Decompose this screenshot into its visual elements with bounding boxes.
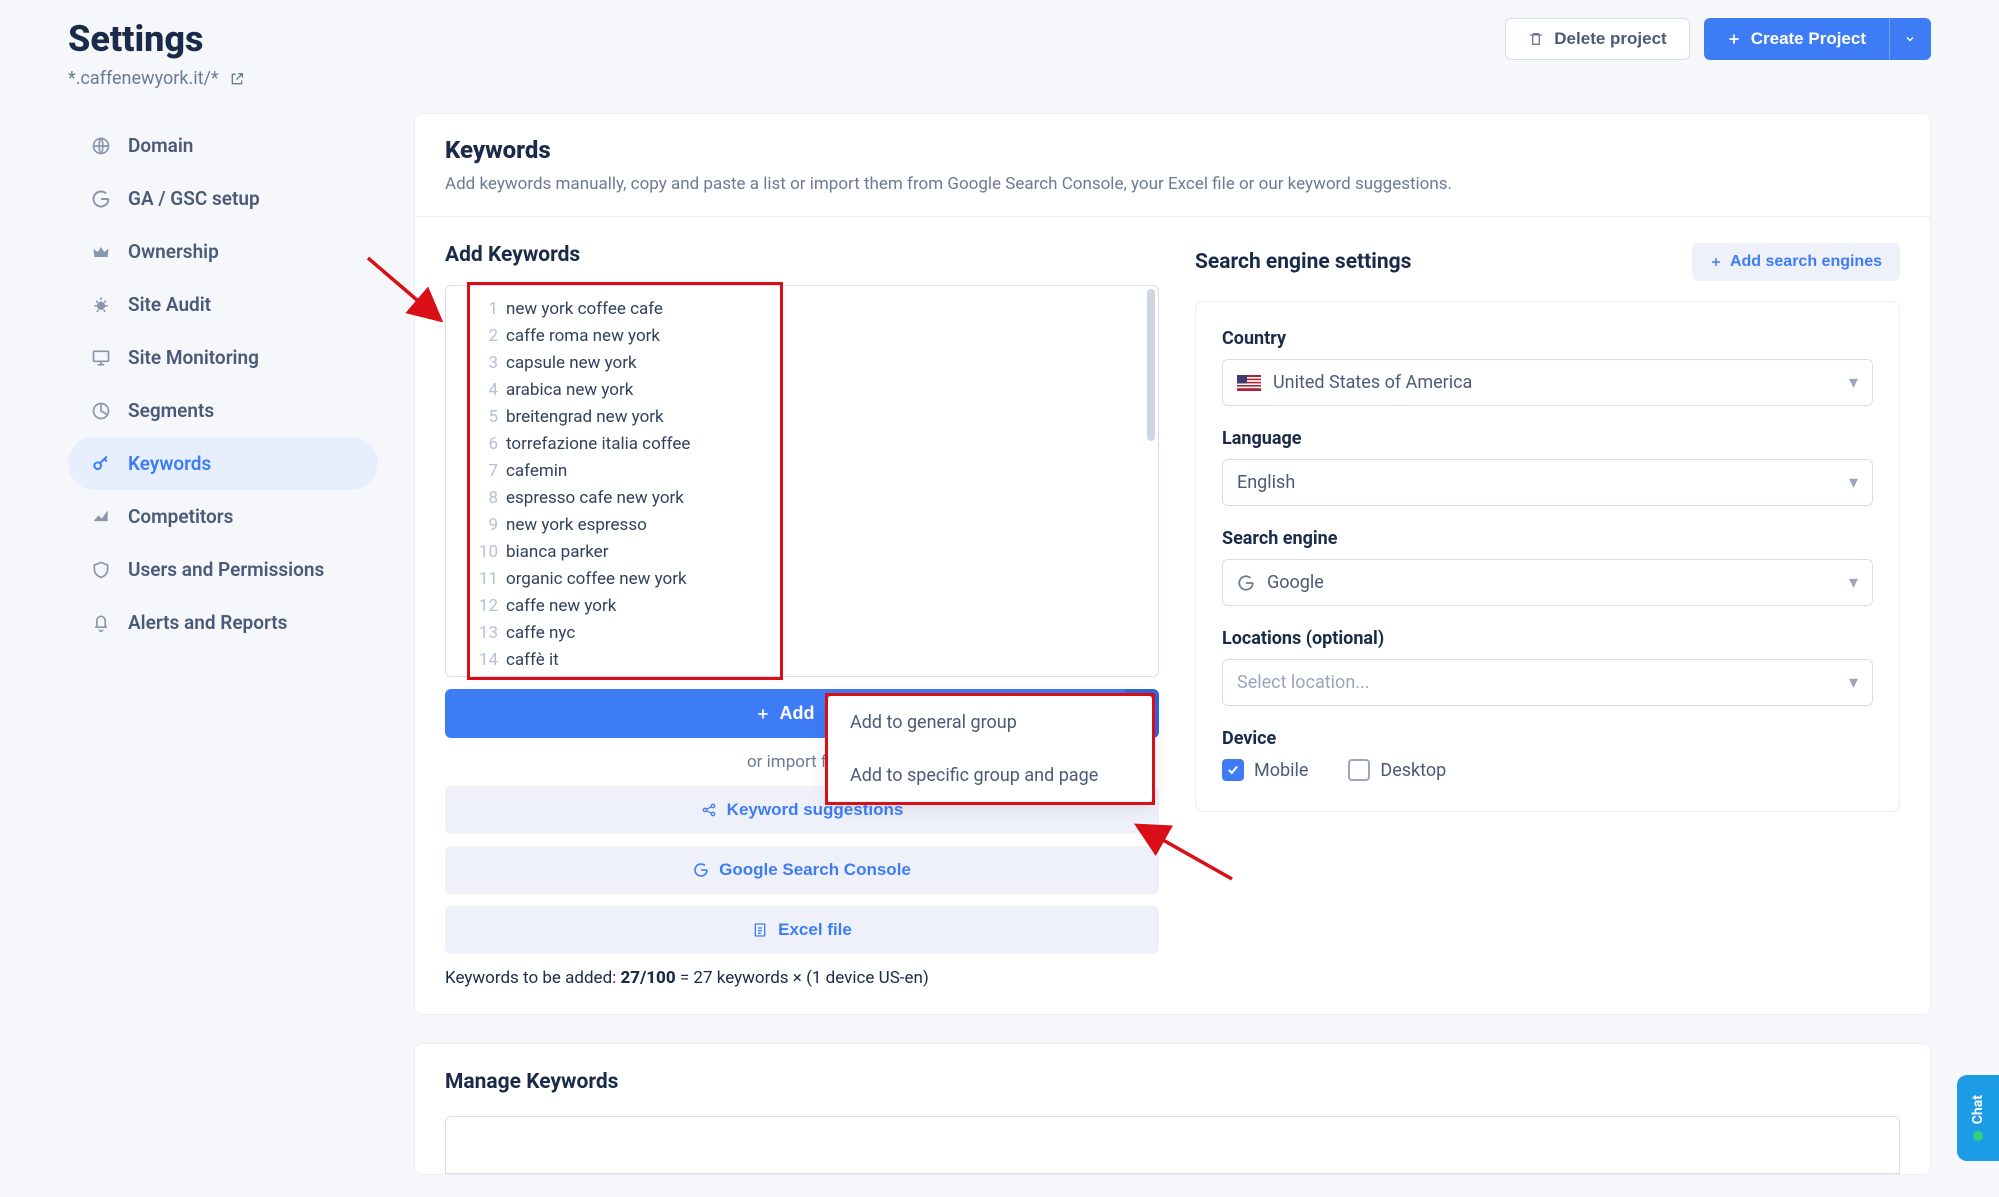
device-mobile-label: Mobile [1254,760,1308,781]
bug-icon [90,294,112,316]
chat-label: Chat [1970,1095,1986,1124]
page-title: Settings [68,18,204,60]
us-flag-icon [1237,375,1261,391]
country-select[interactable]: United States of America ▾ [1222,359,1873,406]
pie-icon [90,400,112,422]
project-domain: *.caffenewyork.it/* [68,68,219,89]
checkbox-unchecked-icon [1348,759,1370,781]
engine-settings-title: Search engine settings [1195,250,1411,274]
create-project-dropdown-button[interactable] [1889,18,1931,60]
plus-icon [1710,256,1722,268]
crown-icon [90,241,112,263]
bell-icon [90,612,112,634]
shield-icon [90,559,112,581]
chevron-down-icon: ▾ [1849,372,1858,393]
language-value: English [1237,472,1295,493]
sidebar-item-ownership[interactable]: Ownership [68,225,378,278]
sidebar-item-label: Domain [128,134,193,157]
delete-project-button[interactable]: Delete project [1505,18,1689,60]
device-mobile-checkbox[interactable]: Mobile [1222,759,1308,781]
country-label: Country [1222,328,1873,349]
google-g-icon [90,188,112,210]
chevron-down-icon [1904,33,1916,45]
sidebar-item-site-monitoring[interactable]: Site Monitoring [68,331,378,384]
locations-select[interactable]: Select location... ▾ [1222,659,1873,706]
locations-placeholder: Select location... [1237,672,1370,693]
language-select[interactable]: English ▾ [1222,459,1873,506]
sidebar-item-segments[interactable]: Segments [68,384,378,437]
import-excel-label: Excel file [778,920,852,940]
sidebar-item-label: Keywords [128,452,211,475]
status-dot-icon [1973,1131,1983,1141]
sidebar-item-label: Alerts and Reports [128,611,287,634]
sidebar-item-domain[interactable]: Domain [68,119,378,172]
language-label: Language [1222,428,1873,449]
sidebar-item-label: Site Audit [128,293,211,316]
search-engine-value: Google [1267,572,1324,593]
dropdown-item-specific-group[interactable]: Add to specific group and page [828,749,1152,802]
import-suggestions-label: Keyword suggestions [727,800,904,820]
card-subtitle: Add keywords manually, copy and paste a … [445,174,1900,194]
chevron-down-icon: ▾ [1849,472,1858,493]
device-label: Device [1222,728,1873,749]
sidebar-item-label: Site Monitoring [128,346,259,369]
sidebar-item-competitors[interactable]: Competitors [68,490,378,543]
settings-sidebar: Domain GA / GSC setup Ownership Site Aud… [68,113,378,1175]
chevron-down-icon: ▾ [1849,672,1858,693]
checkbox-checked-icon [1222,759,1244,781]
add-keywords-title: Add Keywords [445,243,1159,267]
sidebar-item-alerts[interactable]: Alerts and Reports [68,596,378,649]
sidebar-item-keywords[interactable]: Keywords [68,437,378,490]
create-project-label: Create Project [1751,29,1866,49]
competitors-icon [90,506,112,528]
create-project-button[interactable]: Create Project [1704,18,1889,60]
key-icon [90,453,112,475]
plus-icon [756,707,770,721]
sidebar-item-site-audit[interactable]: Site Audit [68,278,378,331]
chevron-down-icon: ▾ [1849,572,1858,593]
import-gsc-label: Google Search Console [719,860,911,880]
search-engine-select[interactable]: Google ▾ [1222,559,1873,606]
manage-keywords-title: Manage Keywords [445,1070,1900,1094]
keywords-count-line: Keywords to be added: 27/100 = 27 keywor… [445,968,1159,988]
manage-keywords-input[interactable] [445,1116,1900,1174]
add-search-engines-button[interactable]: Add search engines [1692,243,1900,281]
locations-label: Locations (optional) [1222,628,1873,649]
delete-project-label: Delete project [1554,29,1666,49]
add-button-label: Add [780,703,815,724]
trash-icon [1528,31,1544,47]
sidebar-item-ga-gsc[interactable]: GA / GSC setup [68,172,378,225]
sidebar-item-users[interactable]: Users and Permissions [68,543,378,596]
keywords-lines: new york coffee cafe caffe roma new york… [506,286,1158,676]
plus-icon [1727,32,1741,46]
monitor-icon [90,347,112,369]
add-search-engines-label: Add search engines [1730,253,1882,271]
sidebar-item-label: Ownership [128,240,219,263]
share-icon [701,802,717,818]
search-engine-label: Search engine [1222,528,1873,549]
external-link-icon[interactable] [229,71,245,87]
google-g-icon [693,862,709,878]
card-title: Keywords [445,136,1900,164]
country-value: United States of America [1273,372,1472,393]
device-desktop-checkbox[interactable]: Desktop [1348,759,1446,781]
keywords-textarea[interactable]: 1234567891011121314 new york coffee cafe… [445,285,1159,677]
device-desktop-label: Desktop [1380,760,1446,781]
import-excel-button[interactable]: Excel file [445,906,1159,954]
file-icon [752,922,768,938]
sidebar-item-label: Competitors [128,505,233,528]
chat-tab[interactable]: Chat [1957,1075,1999,1161]
add-dropdown-menu: Add to general group Add to specific gro… [827,695,1153,803]
sidebar-item-label: GA / GSC setup [128,187,260,210]
textarea-scrollbar[interactable] [1147,289,1155,441]
google-g-icon [1237,574,1255,592]
globe-icon [90,135,112,157]
sidebar-item-label: Segments [128,399,214,422]
import-gsc-button[interactable]: Google Search Console [445,846,1159,894]
sidebar-item-label: Users and Permissions [128,558,324,581]
line-number-gutter: 1234567891011121314 [446,286,506,676]
dropdown-item-general-group[interactable]: Add to general group [828,696,1152,749]
